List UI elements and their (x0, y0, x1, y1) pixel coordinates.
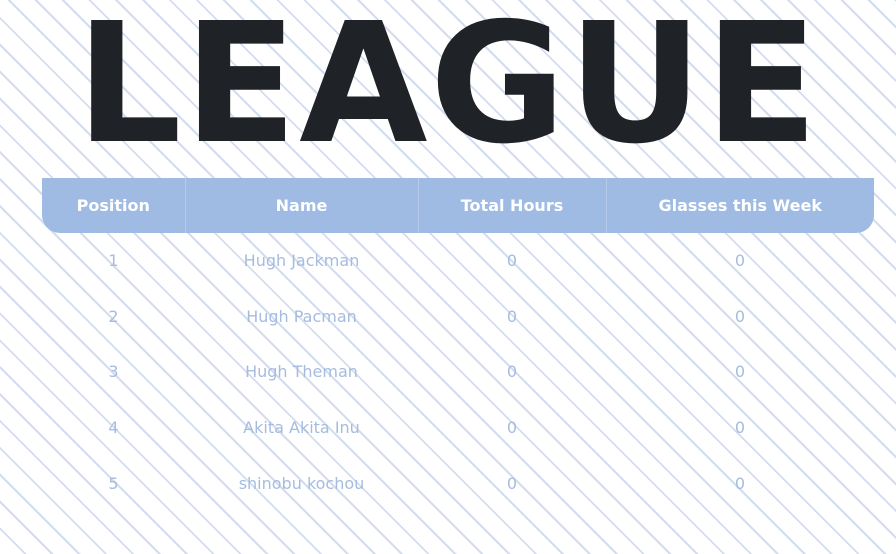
table-row: 3 Hugh Theman 0 0 (42, 344, 874, 400)
header-name[interactable]: Name (185, 178, 419, 233)
cell-position: 1 (108, 251, 119, 271)
cell-position: 2 (108, 306, 119, 326)
cell-total-hours: 0 (506, 473, 518, 493)
cell-glasses: 0 (734, 306, 746, 326)
table-row: 1 Hugh Jackman 0 0 (42, 233, 874, 289)
cell-total-hours: 0 (506, 418, 518, 438)
cell-position: 3 (108, 362, 119, 382)
cell-glasses: 0 (734, 473, 746, 493)
cell-position: 5 (108, 473, 119, 493)
cell-position: 4 (108, 418, 119, 438)
cell-name: Hugh Theman (245, 362, 358, 382)
cell-name: shinobu kochou (238, 473, 365, 493)
cell-glasses: 0 (734, 418, 746, 438)
cell-glasses: 0 (734, 251, 746, 271)
cell-name: Hugh Pacman (246, 306, 357, 326)
cell-glasses: 0 (734, 362, 746, 382)
table-row: 5 shinobu kochou 0 0 (42, 455, 874, 511)
table-body: 1 Hugh Jackman 0 0 2 Hugh Pacman 0 0 3 H… (42, 233, 874, 511)
table-row: 2 Hugh Pacman 0 0 (42, 289, 874, 345)
league-table: Position Name Total Hours Glasses this W… (42, 178, 874, 511)
header-position[interactable]: Position (42, 178, 186, 233)
table-header: Position Name Total Hours Glasses this W… (42, 178, 874, 233)
header-row: Position Name Total Hours Glasses this W… (42, 178, 874, 233)
header-glasses-this-week[interactable]: Glasses this Week (606, 178, 874, 233)
cell-total-hours: 0 (506, 362, 518, 382)
table-row: 4 Akita Akita Inu 0 0 (42, 400, 874, 456)
page-title: LEAGUE (75, 0, 821, 170)
cell-name: Akita Akita Inu (243, 418, 360, 438)
cell-name: Hugh Jackman (243, 251, 360, 271)
header-total-hours[interactable]: Total Hours (418, 178, 607, 233)
cell-total-hours: 0 (506, 306, 518, 326)
cell-total-hours: 0 (506, 251, 518, 271)
